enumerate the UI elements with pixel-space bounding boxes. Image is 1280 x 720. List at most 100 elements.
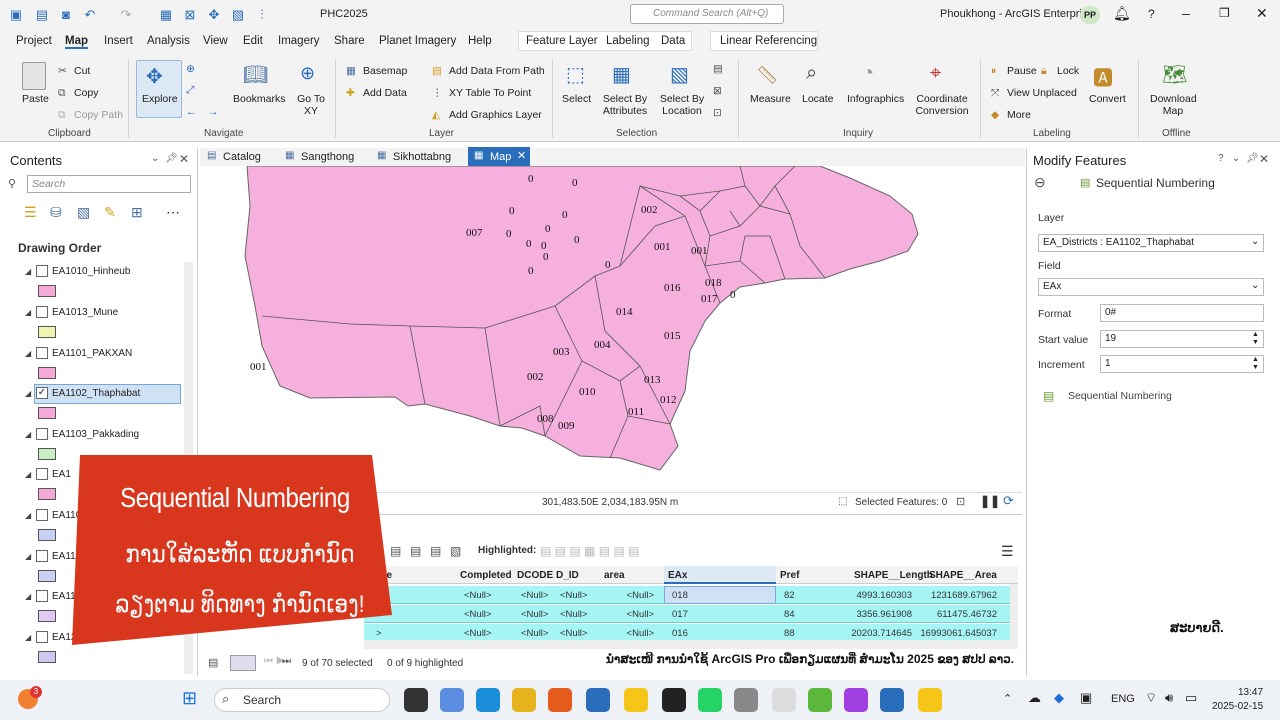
help-icon[interactable]: ? (1148, 7, 1155, 21)
edit-icon[interactable]: ▧ (230, 7, 246, 23)
table-cell[interactable]: <Null> (560, 609, 587, 620)
column-header[interactable]: EAx (668, 570, 687, 584)
table-cell[interactable]: <Null> (521, 609, 548, 620)
add-data-button[interactable]: Add Data (363, 87, 407, 99)
table-cell[interactable]: 16993061.645037 (919, 628, 997, 639)
layer-visibility-checkbox[interactable] (36, 265, 48, 277)
clear-selection-icon[interactable]: ⊠ (713, 85, 722, 97)
expand-icon[interactable]: ◢ (25, 389, 31, 398)
goto-xy-button[interactable]: Go To XY (296, 93, 326, 117)
chrome-icon[interactable] (512, 688, 536, 712)
coordinate-conversion-button[interactable]: Coordinate Conversion (914, 93, 970, 117)
attribute-icon[interactable]: ⫶ (254, 7, 270, 23)
command-search-input[interactable]: Command Search (Alt+Q) (630, 4, 784, 24)
layer-dropdown[interactable]: EA_Districts : EA1102_Thaphabat (1038, 234, 1264, 252)
close-tab-icon[interactable]: ✕ (517, 149, 526, 162)
project-name[interactable]: PHC2025 (320, 8, 368, 20)
column-header[interactable]: D_ID (556, 570, 579, 584)
list-by-snapping-icon[interactable]: ⊞ (131, 204, 143, 221)
list-drawing-order-icon[interactable]: ☰ (24, 204, 37, 221)
sequential-numbering-link[interactable]: Sequential Numbering (1068, 390, 1172, 402)
table-cell[interactable]: <Null> (594, 590, 654, 601)
table-cell[interactable]: <Null> (464, 590, 491, 601)
table-tool-icon[interactable]: ▤ ▤ ▤ ▦ ▤ ▤ ▤ (540, 544, 639, 558)
list-by-selection-icon[interactable]: ▧ (77, 204, 90, 221)
contents-search-input[interactable]: Search (27, 175, 191, 193)
last-record-icon[interactable]: ⏭ (282, 656, 291, 667)
menu-planet-imagery[interactable]: Planet Imagery (379, 35, 456, 47)
paste-button[interactable]: Paste (22, 93, 49, 105)
expand-icon[interactable]: ◢ (25, 267, 31, 276)
table-cell[interactable]: <Null> (521, 628, 548, 639)
expand-icon[interactable]: ◢ (25, 633, 31, 642)
column-header[interactable]: DCODE (517, 570, 553, 584)
table-cell[interactable]: <Null> (594, 628, 654, 639)
language-indicator[interactable]: ENG (1111, 693, 1135, 705)
refresh-map-icon[interactable]: ⟳ (1003, 493, 1014, 509)
layer-visibility-checkbox[interactable]: ✓ (36, 387, 48, 399)
menu-insert[interactable]: Insert (104, 35, 133, 47)
notification-icon[interactable]: 🔔︎ (1113, 5, 1131, 22)
firefox-icon[interactable] (548, 688, 572, 712)
whatsapp-icon[interactable] (698, 688, 722, 712)
copilot-icon[interactable] (440, 688, 464, 712)
menu-map[interactable]: Map (65, 35, 88, 49)
column-header[interactable]: area (604, 570, 625, 584)
messenger-icon[interactable] (844, 688, 868, 712)
map-canvas[interactable]: 0 00020 0007 0 00 0 001 001000016 01801700014015… (200, 165, 1022, 492)
expand-icon[interactable]: ◢ (25, 308, 31, 317)
table-menu-icon[interactable]: ☰ (1001, 543, 1014, 560)
table-vscrollbar[interactable] (1010, 584, 1018, 640)
selected-features-label[interactable]: Selected Features: 0 (855, 497, 947, 508)
save-icon[interactable]: ◙ (58, 7, 74, 23)
restore-icon[interactable]: ❐ (1219, 6, 1230, 20)
layer-symbol-swatch[interactable] (38, 367, 56, 379)
layer-name[interactable]: EA1 (52, 469, 71, 480)
table-cell[interactable]: 4993.160303 (844, 590, 912, 601)
close-pane-icon[interactable]: ✕ (179, 152, 189, 166)
layer-visibility-checkbox[interactable] (36, 428, 48, 440)
layer-symbol-swatch[interactable] (38, 285, 56, 297)
copy-button[interactable]: Copy (74, 87, 99, 99)
layer-name[interactable]: EA1101_PAKXAN (52, 348, 132, 359)
qgis-icon[interactable] (808, 688, 832, 712)
view-unplaced-button[interactable]: View Unplaced (1007, 87, 1077, 99)
layer-visibility-checkbox[interactable] (36, 306, 48, 318)
open-icon[interactable]: ▤ (34, 7, 50, 23)
table-cell[interactable]: 84 (784, 609, 795, 620)
close-icon[interactable]: ✕ (1256, 5, 1268, 22)
app-icon[interactable]: ▣ (8, 7, 24, 23)
filter-icon[interactable]: ⚲ (8, 177, 16, 190)
selected-records-toggle[interactable] (230, 655, 256, 671)
layer-symbol-swatch[interactable] (38, 448, 56, 460)
tab-linear-referencing[interactable]: Linear Referencing (720, 35, 817, 47)
table-view-icon[interactable]: ▤ (208, 656, 218, 669)
app-icon[interactable] (734, 688, 758, 712)
layer-symbol-swatch[interactable] (38, 529, 56, 541)
close-pane-icon[interactable]: ✕ (1259, 152, 1269, 166)
table-cell[interactable]: 20203.714645 (844, 628, 912, 639)
taskbar-search-box[interactable] (214, 688, 390, 712)
task-view-icon[interactable] (404, 688, 428, 712)
field-dropdown[interactable]: EAx (1038, 278, 1264, 296)
spinner-icon[interactable]: ▲ ▼ (1252, 356, 1259, 372)
more-options-icon[interactable]: ⋯ (166, 204, 180, 221)
layer-symbol-swatch[interactable] (38, 326, 56, 338)
table-cell[interactable]: 88 (784, 628, 795, 639)
table-cell[interactable]: <Null> (464, 628, 491, 639)
expand-icon[interactable]: ◢ (25, 349, 31, 358)
table-tool-icon[interactable]: ▧ (450, 544, 461, 558)
pane-menu-icon[interactable]: ⌄ (151, 153, 159, 164)
table-tool-icon[interactable]: ▤ (430, 544, 441, 558)
app-icon[interactable] (662, 688, 686, 712)
table-cell[interactable]: 017 (672, 609, 688, 620)
previous-extent-icon[interactable]: ← (186, 106, 197, 118)
menu-analysis[interactable]: Analysis (147, 35, 190, 47)
add-graphics-layer-button[interactable]: Add Graphics Layer (449, 109, 542, 121)
measure-button[interactable]: Measure (750, 93, 791, 105)
layer-visibility-checkbox[interactable] (36, 550, 48, 562)
table-cell[interactable]: 611475.46732 (919, 609, 997, 620)
chevron-up-icon[interactable]: ⌃ (1003, 692, 1012, 705)
move-icon[interactable]: ✥ (206, 7, 222, 23)
app-icon[interactable] (586, 688, 610, 712)
